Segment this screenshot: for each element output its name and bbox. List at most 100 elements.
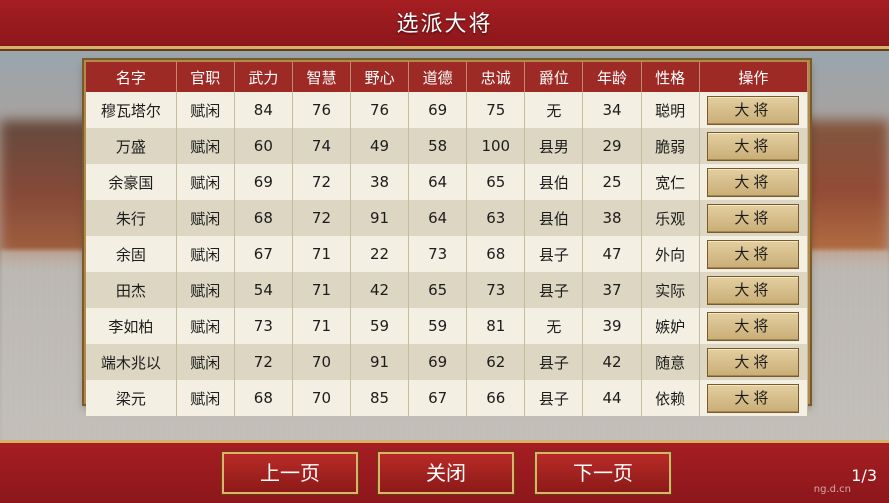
cell-force: 69 xyxy=(234,164,293,200)
general-table: 名字 官职 武力 智慧 野心 道德 忠诚 爵位 年龄 性格 操作 穆瓦塔尔 赋闲 8… xyxy=(86,62,809,416)
cell-loyalty: 81 xyxy=(466,308,526,344)
cell-morality: 69 xyxy=(408,344,468,380)
appoint-general-button[interactable]: 大将 xyxy=(707,383,800,413)
cell-wisdom: 72 xyxy=(292,164,352,200)
cell-character: 实际 xyxy=(641,272,700,308)
cell-wisdom: 70 xyxy=(292,344,352,380)
cell-loyalty: 62 xyxy=(466,344,526,380)
cell-character: 宽仁 xyxy=(641,164,700,200)
cell-wisdom: 76 xyxy=(292,92,352,128)
cell-force: 60 xyxy=(234,128,293,164)
cell-morality: 69 xyxy=(408,92,468,128)
cell-name: 穆瓦塔尔 xyxy=(86,92,177,128)
cell-loyalty: 65 xyxy=(466,164,526,200)
cell-character: 乐观 xyxy=(641,200,700,236)
cell-morality: 67 xyxy=(408,380,468,416)
watermark: ng.d.cn xyxy=(813,484,851,495)
cell-character: 脆弱 xyxy=(641,128,700,164)
cell-character: 嫉妒 xyxy=(641,308,700,344)
cell-age: 34 xyxy=(582,92,642,128)
cell-name: 田杰 xyxy=(86,272,177,308)
cell-post: 赋闲 xyxy=(176,380,235,416)
cell-morality: 59 xyxy=(408,308,468,344)
cell-force: 73 xyxy=(234,308,293,344)
cell-force: 67 xyxy=(234,236,293,272)
header-force: 武力 xyxy=(234,62,293,92)
cell-ambition: 38 xyxy=(350,164,410,200)
cell-loyalty: 68 xyxy=(466,236,526,272)
header-wisdom: 智慧 xyxy=(292,62,352,92)
cell-force: 84 xyxy=(234,92,293,128)
cell-ambition: 42 xyxy=(350,272,410,308)
cell-morality: 65 xyxy=(408,272,468,308)
cell-age: 42 xyxy=(582,344,642,380)
next-page-button[interactable]: 下一页 xyxy=(535,452,671,494)
cell-morality: 64 xyxy=(408,200,468,236)
cell-title: 无 xyxy=(524,308,584,344)
appoint-general-button[interactable]: 大将 xyxy=(707,311,800,341)
cell-ambition: 91 xyxy=(350,200,410,236)
cell-action: 大将 xyxy=(699,128,809,164)
cell-post: 赋闲 xyxy=(176,164,235,200)
cell-name: 余固 xyxy=(86,236,177,272)
cell-loyalty: 75 xyxy=(466,92,526,128)
header-title: 爵位 xyxy=(524,62,584,92)
cell-age: 38 xyxy=(582,200,642,236)
header-name: 名字 xyxy=(86,62,177,92)
cell-age: 25 xyxy=(582,164,642,200)
cell-wisdom: 71 xyxy=(292,272,352,308)
cell-age: 39 xyxy=(582,308,642,344)
cell-loyalty: 100 xyxy=(466,128,526,164)
appoint-general-button[interactable]: 大将 xyxy=(707,131,800,161)
cell-name: 余豪国 xyxy=(86,164,177,200)
prev-page-button[interactable]: 上一页 xyxy=(222,452,358,494)
close-button[interactable]: 关闭 xyxy=(378,452,514,494)
cell-ambition: 49 xyxy=(350,128,410,164)
appoint-general-button[interactable]: 大将 xyxy=(707,239,800,269)
header-morality: 道德 xyxy=(408,62,468,92)
cell-wisdom: 71 xyxy=(292,236,352,272)
appoint-general-button[interactable]: 大将 xyxy=(707,347,800,377)
background-building-left xyxy=(0,120,90,260)
cell-ambition: 22 xyxy=(350,236,410,272)
cell-character: 外向 xyxy=(641,236,700,272)
cell-age: 37 xyxy=(582,272,642,308)
cell-name: 端木兆以 xyxy=(86,344,177,380)
cell-title: 县伯 xyxy=(524,164,584,200)
header-loyalty: 忠诚 xyxy=(466,62,526,92)
cell-action: 大将 xyxy=(699,236,809,272)
cell-loyalty: 66 xyxy=(466,380,526,416)
cell-post: 赋闲 xyxy=(176,272,235,308)
cell-ambition: 59 xyxy=(350,308,410,344)
cell-force: 68 xyxy=(234,200,293,236)
cell-name: 梁元 xyxy=(86,380,177,416)
appoint-general-button[interactable]: 大将 xyxy=(707,95,800,125)
cell-loyalty: 63 xyxy=(466,200,526,236)
cell-loyalty: 73 xyxy=(466,272,526,308)
cell-morality: 64 xyxy=(408,164,468,200)
table-row: 余固 赋闲 67 71 22 73 68 县子 47 外向 大将 xyxy=(86,236,809,272)
cell-morality: 58 xyxy=(408,128,468,164)
header-character: 性格 xyxy=(641,62,700,92)
cell-wisdom: 74 xyxy=(292,128,352,164)
cell-title: 县子 xyxy=(524,380,584,416)
table-row: 端木兆以 赋闲 72 70 91 69 62 县子 42 随意 大将 xyxy=(86,344,809,380)
cell-title: 县子 xyxy=(524,272,584,308)
cell-action: 大将 xyxy=(699,200,809,236)
cell-title: 无 xyxy=(524,92,584,128)
cell-action: 大将 xyxy=(699,164,809,200)
appoint-general-button[interactable]: 大将 xyxy=(707,275,800,305)
cell-force: 72 xyxy=(234,344,293,380)
appoint-general-button[interactable]: 大将 xyxy=(707,203,800,233)
cell-force: 54 xyxy=(234,272,293,308)
cell-age: 44 xyxy=(582,380,642,416)
cell-title: 县子 xyxy=(524,236,584,272)
appoint-general-button[interactable]: 大将 xyxy=(707,167,800,197)
table-row: 李如柏 赋闲 73 71 59 59 81 无 39 嫉妒 大将 xyxy=(86,308,809,344)
cell-wisdom: 71 xyxy=(292,308,352,344)
cell-character: 随意 xyxy=(641,344,700,380)
cell-morality: 73 xyxy=(408,236,468,272)
cell-age: 47 xyxy=(582,236,642,272)
title-bar: 选派大将 xyxy=(0,0,889,49)
cell-post: 赋闲 xyxy=(176,236,235,272)
